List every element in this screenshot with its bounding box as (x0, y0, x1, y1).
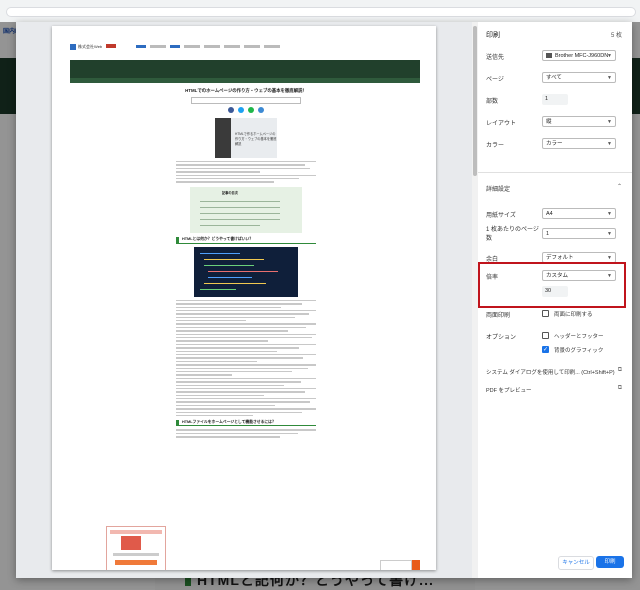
article-column: HTMLでのホームページの作り方・ウェブの基本を徹底解説！ HTMLで作るホーム… (176, 84, 316, 570)
section-heading-2: HTMLファイルをホームページとして機能させるには？ (176, 420, 316, 427)
chevron-down-icon: ▼ (607, 53, 612, 59)
pdf-preview-link[interactable]: PDF をプレビュー (486, 386, 532, 394)
article-hero-image: HTMLで作るホームページの作り方・ウェブの基本を徹底解説 (215, 118, 277, 158)
chevron-down-icon: ▼ (607, 211, 612, 217)
destination-select[interactable]: Brother MFC-J960DN ▼ (542, 50, 616, 61)
browser-toolbar (0, 0, 640, 23)
scale-select[interactable]: カスタム ▼ (542, 270, 616, 281)
site-footer-banner (380, 560, 412, 570)
color-value: カラー (546, 141, 563, 147)
scale-highlight-box (478, 262, 626, 308)
pages-per-sheet-value: 1 (546, 231, 550, 237)
site-hero-banner (70, 60, 420, 78)
preview-sheet: 株式会社Web HTMLでのホームページの作り方・ウェブの基本を徹底解説！ HT… (52, 26, 436, 570)
pages-per-sheet-label: 1 枚あたりのページ数 (486, 227, 539, 242)
print-button[interactable]: 印刷 (596, 556, 624, 568)
open-external-icon[interactable]: ⧉ (618, 385, 622, 392)
twitter-icon (238, 107, 245, 113)
pages-value: すべて (546, 75, 562, 81)
printer-icon (546, 53, 552, 59)
section-heading-1: HTMLとは何か？どうやって書けばいい？ (176, 236, 316, 244)
site-footer-badge (412, 560, 420, 570)
site-badge (106, 44, 116, 48)
article-meta-box (191, 97, 301, 104)
margins-value: デフォルト (546, 255, 574, 261)
duplex-label: 両面印刷 (486, 313, 511, 319)
chevron-down-icon: ▼ (607, 231, 612, 237)
background-graphics-label[interactable]: 背景のグラフィック (554, 346, 603, 354)
divider (478, 172, 632, 173)
destination-value: Brother MFC-J960DN (555, 53, 609, 59)
system-dialog-link[interactable]: システム ダイアログを使用して印刷... (Ctrl+Shift+P) (486, 368, 615, 376)
open-external-icon[interactable]: ⧉ (618, 367, 622, 374)
color-label: カラー (486, 143, 505, 149)
chevron-up-icon[interactable]: ⌃ (617, 183, 622, 190)
duplex-checkbox[interactable] (542, 310, 549, 317)
article-paragraph (176, 161, 316, 183)
chevron-down-icon: ▼ (607, 75, 612, 81)
article-paragraph (176, 429, 316, 438)
paper-size-select[interactable]: A4 ▼ (542, 208, 616, 219)
color-select[interactable]: カラー ▼ (542, 138, 616, 149)
print-dialog: 株式会社Web HTMLでのホームページの作り方・ウェブの基本を徹底解説！ HT… (16, 22, 632, 578)
print-settings-panel: 印刷 5 枚 送信先 Brother MFC-J960DN ▼ ページ すべて … (478, 22, 632, 578)
chevron-down-icon: ▼ (607, 141, 612, 147)
layout-value: 縦 (546, 119, 552, 125)
advanced-settings-toggle[interactable]: 詳細設定 (486, 184, 510, 193)
scale-value: カスタム (546, 273, 569, 279)
copies-label: 部数 (486, 99, 499, 105)
print-preview-area: 株式会社Web HTMLでのホームページの作り方・ウェブの基本を徹底解説！ HT… (16, 22, 476, 578)
options-label: オプション (486, 335, 517, 341)
duplex-option-label[interactable]: 両面に印刷する (554, 310, 593, 318)
promo-widget (106, 526, 166, 570)
headers-footers-checkbox[interactable] (542, 332, 549, 339)
hatena-icon (257, 107, 264, 113)
background-graphics-checkbox[interactable]: ✓ (542, 346, 549, 353)
destination-label: 送信先 (486, 55, 505, 61)
site-nav (136, 43, 366, 49)
code-screenshot-image (194, 246, 298, 297)
article-title: HTMLでのホームページの作り方・ウェブの基本を徹底解説！ (185, 88, 307, 93)
toc-title: 記事の目次 (222, 190, 238, 195)
facebook-icon (228, 107, 235, 113)
sheet-count: 5 枚 (610, 33, 622, 39)
headers-footers-label[interactable]: ヘッダーとフッター (554, 332, 604, 340)
cancel-button[interactable]: キャンセル (558, 556, 594, 570)
pages-label: ページ (486, 77, 504, 83)
table-of-contents: 記事の目次 (190, 186, 302, 233)
article-image-caption: HTMLで作るホームページの作り方・ウェブの基本を徹底解説 (235, 132, 277, 146)
chevron-down-icon: ▼ (607, 273, 612, 279)
address-bar[interactable] (6, 7, 636, 17)
scale-label: 倍率 (486, 275, 499, 281)
pages-per-sheet-select[interactable]: 1 ▼ (542, 228, 616, 239)
paper-size-value: A4 (546, 211, 553, 217)
scale-custom-input[interactable]: 30 (542, 286, 568, 297)
pages-select[interactable]: すべて ▼ (542, 72, 616, 83)
layout-label: レイアウト (486, 121, 517, 127)
layout-select[interactable]: 縦 ▼ (542, 116, 616, 127)
site-breadcrumb-bar (70, 78, 420, 83)
copies-input[interactable]: 1 (542, 94, 568, 105)
article-paragraph (176, 299, 316, 417)
site-name: 株式会社Web (78, 44, 103, 49)
site-logo-icon (70, 44, 76, 50)
dialog-title: 印刷 (486, 32, 500, 39)
line-icon (247, 107, 254, 113)
share-icons (176, 107, 316, 115)
paper-size-label: 用紙サイズ (486, 213, 516, 219)
chevron-down-icon: ▼ (607, 119, 612, 125)
